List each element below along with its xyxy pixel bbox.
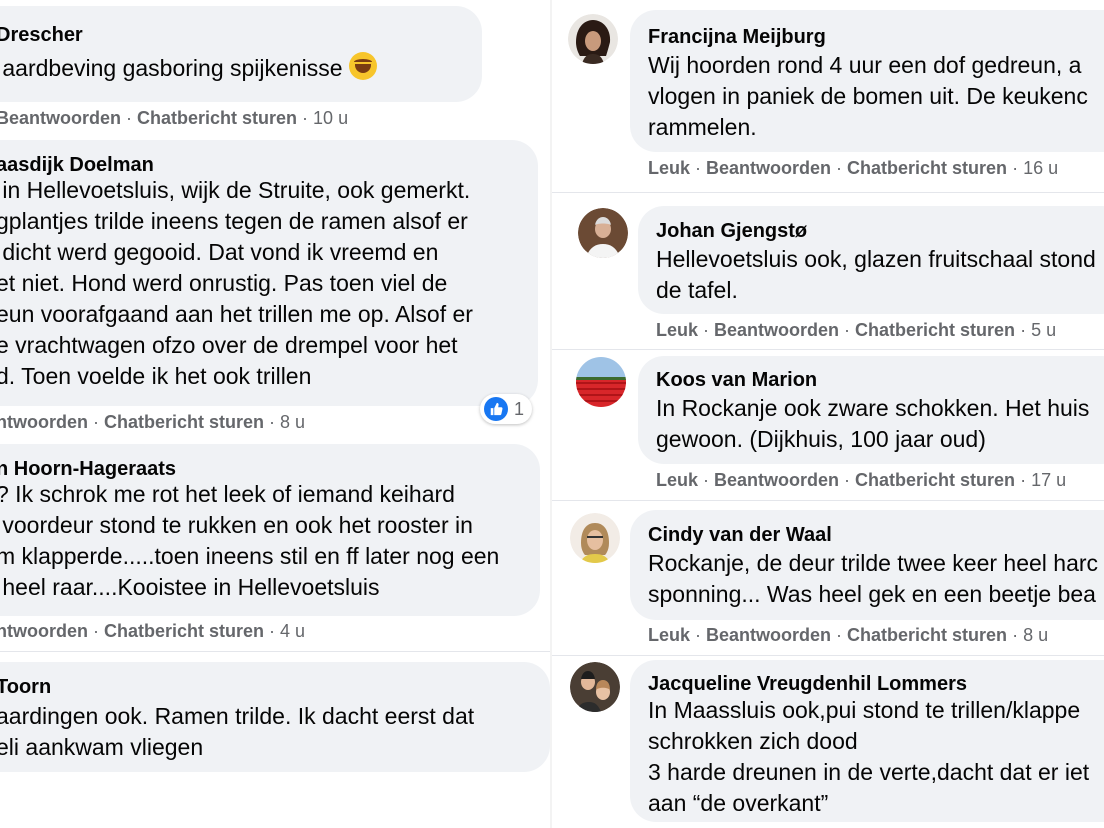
comment-text-line: In Maassluis ook,pui stond te trillen/kl… <box>648 697 1081 723</box>
divider <box>552 500 1104 501</box>
avatar[interactable] <box>578 208 628 258</box>
avatar[interactable] <box>576 357 626 407</box>
chat-link[interactable]: Chatbericht sturen <box>847 625 1007 645</box>
comment-time[interactable]: 8 u <box>1023 625 1048 645</box>
like-link[interactable]: Leuk <box>656 320 698 340</box>
comment-author[interactable]: Drescher <box>0 24 83 47</box>
rolling-on-floor-laughing-icon <box>348 52 377 80</box>
comment-time[interactable]: 8 u <box>280 412 305 432</box>
comment-text-line: ? Ik schrok me rot het leek of iemand ke… <box>0 481 455 507</box>
comment-text-line: m klapperde.....toen ineens stil en ff l… <box>0 543 500 569</box>
avatar[interactable] <box>570 662 620 712</box>
comment-text-line: Hellevoetsluis ook, glazen fruitschaal s… <box>656 246 1096 272</box>
comment-text-line: de tafel. <box>656 277 738 303</box>
avatar[interactable] <box>568 14 618 64</box>
comment-text-line: aardingen ook. Ramen trilde. Ik dacht ee… <box>0 703 475 729</box>
reply-link[interactable]: ntwoorden <box>0 621 88 641</box>
comment-author[interactable]: Toorn <box>0 676 51 699</box>
divider <box>552 192 1104 193</box>
comment-actions: Leuk · Beantwoorden · Chatbericht sturen · 17 … <box>656 470 1067 490</box>
comment-text-line: 3 harde dreunen in de verte,dacht dat er… <box>648 759 1090 785</box>
reply-link[interactable]: Beantwoorden <box>714 320 839 340</box>
comment-time[interactable]: 16 u <box>1023 158 1058 178</box>
reaction-count: 1 <box>514 398 525 419</box>
comment-actions: Leuk · Beantwoorden · Chatbericht sturen · 8 u <box>648 625 1049 645</box>
left-comment-column: Drescher aardbeving gasboring spijkeniss… <box>0 0 552 828</box>
comment-text-line: gplantjes trilde ineens tegen de ramen a… <box>0 208 468 234</box>
comment-text-line: et niet. Hond werd onrustig. Pas toen vi… <box>0 270 448 296</box>
comment-text-line: aan “de overkant” <box>648 790 829 816</box>
comment-actions: ntwoorden · Chatbericht sturen · 4 u <box>0 621 305 642</box>
comment-actions: Leuk · Beantwoorden · Chatbericht sturen · 16 … <box>648 158 1059 178</box>
avatar[interactable] <box>570 513 620 563</box>
comment-actions: Leuk · Beantwoorden · Chatbericht sturen · 5 u <box>656 320 1057 340</box>
comment-text-line: Rockanje, de deur trilde twee keer heel … <box>648 550 1099 576</box>
comment-text-line: voordeur stond te rukken en ook het roos… <box>0 512 473 538</box>
reply-link[interactable]: Beantwoorden <box>706 625 831 645</box>
comment-time[interactable]: 10 u <box>313 108 348 128</box>
comment-author[interactable]: Koos van Marion <box>656 369 817 392</box>
like-link[interactable]: Leuk <box>648 158 690 178</box>
comment-author[interactable]: n Hoorn-Hageraats <box>0 458 176 481</box>
reply-link[interactable]: Beantwoorden <box>706 158 831 178</box>
comment-author[interactable]: Johan Gjengstø <box>656 220 807 243</box>
chat-link[interactable]: Chatbericht sturen <box>855 320 1015 340</box>
chat-link[interactable]: Chatbericht sturen <box>137 108 297 128</box>
comment-author[interactable]: Francijna Meijburg <box>648 26 826 49</box>
comment-text-line: In Rockanje ook zware schokken. Het huis <box>656 395 1090 421</box>
comment-author[interactable]: Cindy van der Waal <box>648 524 832 547</box>
like-link[interactable]: Leuk <box>648 625 690 645</box>
chat-link[interactable]: Chatbericht sturen <box>104 412 264 432</box>
comment-text-line: gewoon. (Dijkhuis, 100 jaar oud) <box>656 426 986 452</box>
comment-author[interactable]: Jacqueline Vreugdenhil Lommers <box>648 673 967 696</box>
reply-link[interactable]: Beantwoorden <box>0 108 121 128</box>
comment-author[interactable]: aasdijk Doelman <box>0 154 154 177</box>
reply-link[interactable]: ntwoorden <box>0 412 88 432</box>
comment-text-line: e vrachtwagen ofzo over de drempel voor … <box>0 332 458 358</box>
comment-text-line: eun voorafgaand aan het trillen me op. A… <box>0 301 473 327</box>
comment-text-line: sponning... Was heel gek en een beetje b… <box>648 581 1096 607</box>
comment-text-line: eli aankwam vliegen <box>0 734 204 760</box>
comment-text-line: d. Toen voelde ik het ook trillen <box>0 363 312 389</box>
comment-text-line: in Hellevoetsluis, wijk de Struite, ook … <box>0 177 471 203</box>
comment-time[interactable]: 17 u <box>1031 470 1066 490</box>
right-comment-column: Francijna Meijburg Wij hoorden rond 4 uu… <box>552 0 1104 828</box>
reaction-count-badge[interactable]: 1 <box>480 394 533 424</box>
comment-text-line: Wij hoorden rond 4 uur een dof gedreun, … <box>648 52 1082 78</box>
comment-text-line: heel raar....Kooistee in Hellevoetsluis <box>0 574 380 600</box>
comment-text: aardbeving gasboring spijkenisse <box>0 52 377 84</box>
divider <box>552 349 1104 350</box>
comment-text-line: dicht werd gegooid. Dat vond ik vreemd e… <box>0 239 439 265</box>
reply-link[interactable]: Beantwoorden <box>714 470 839 490</box>
chat-link[interactable]: Chatbericht sturen <box>855 470 1015 490</box>
comment-text-line: rammelen. <box>648 114 757 140</box>
comment-time[interactable]: 4 u <box>280 621 305 641</box>
chat-link[interactable]: Chatbericht sturen <box>104 621 264 641</box>
comment-time[interactable]: 5 u <box>1031 320 1056 340</box>
comment-actions: Beantwoorden · Chatbericht sturen · 10 u <box>0 108 348 129</box>
comment-text-line: vlogen in paniek de bomen uit. De keuken… <box>648 83 1088 109</box>
comment-actions: ntwoorden · Chatbericht sturen · 8 u <box>0 412 305 433</box>
chat-link[interactable]: Chatbericht sturen <box>847 158 1007 178</box>
divider <box>552 655 1104 656</box>
like-link[interactable]: Leuk <box>656 470 698 490</box>
divider <box>0 651 550 652</box>
comment-text-line: schrokken zich dood <box>648 728 858 754</box>
thumbs-up-icon <box>484 397 508 421</box>
